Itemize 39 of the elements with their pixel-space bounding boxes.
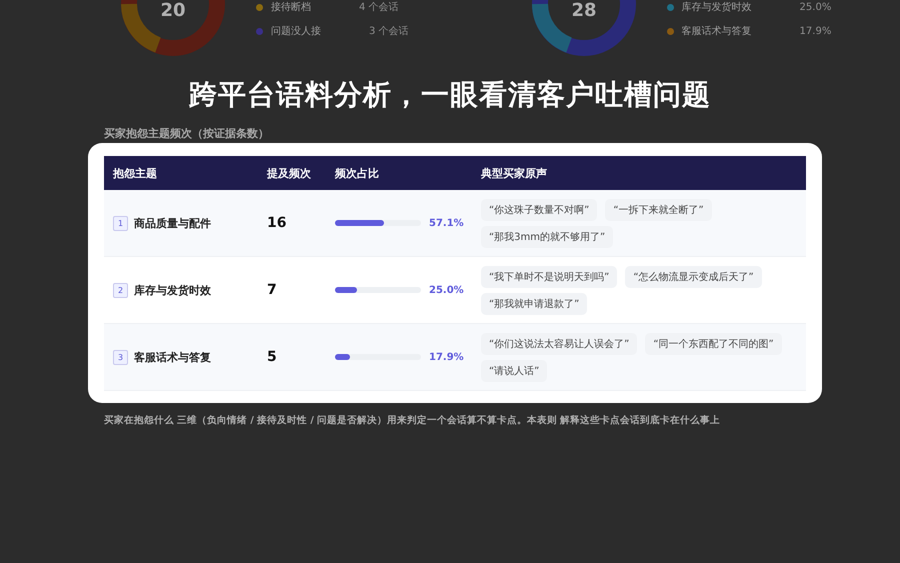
topic-cell: 客服话术与答复 xyxy=(134,350,211,364)
column-header: 典型买家原声 xyxy=(481,166,548,180)
topic-cell: 商品质量与配件 xyxy=(134,216,211,230)
donut-chart: 20 xyxy=(118,0,228,58)
quote-chip: “我下单时不是说明天到吗” xyxy=(481,266,618,288)
legend-value: 17.9% xyxy=(800,26,832,36)
count-cell-text: 5 xyxy=(267,349,278,365)
rank-badge: 2 xyxy=(113,282,128,298)
share-percent: 17.9% xyxy=(429,352,464,362)
legend-label: 问题没人接 xyxy=(271,24,321,38)
count-cell-text: 7 xyxy=(267,282,278,298)
note-text: 买家在抱怨什么 xyxy=(104,415,174,426)
topic-cell: 库存与发货时效 xyxy=(134,282,211,298)
legend-label: 接待断档 xyxy=(271,0,311,14)
legend-value: 4 个会话 xyxy=(359,0,399,14)
quote-chip: “你这珠子数量不对啊” xyxy=(481,198,598,220)
share-percent: 57.1% xyxy=(429,218,464,228)
legend-label: 库存与发货时效 xyxy=(682,0,752,14)
share-percent: 25.0% xyxy=(429,284,464,296)
quote-chip: “一拆下来就全断了” xyxy=(605,198,712,220)
quote-chip: “你们这说法太容易让人误会了” xyxy=(481,332,638,354)
quote-chip: “请说人话” xyxy=(481,360,548,382)
note-text: 三维（负向情绪 / 接待及时性 / 问题是否解决）用来判定一个会话算不算卡点。本表则 xyxy=(177,415,558,426)
quote-chip: “那我就申请退款了” xyxy=(481,292,588,314)
note-text: 解释这些卡点会话到底卡在什么事上 xyxy=(560,415,720,426)
section-title: 买家抱怨主题频次（按证据条数） xyxy=(104,126,270,141)
rank-badge: 3 xyxy=(113,350,128,364)
headline: 跨平台语料分析，一眼看清客户吐槽问题 xyxy=(188,77,712,113)
quote-chip: “怎么物流显示变成后天了” xyxy=(625,266,762,288)
rank-badge: 1 xyxy=(113,216,128,230)
legend-label: 客服话术与答复 xyxy=(682,24,752,38)
column-header: 提及频次 xyxy=(267,166,312,180)
legend-value: 3 个会话 xyxy=(369,24,409,38)
count-cell-text: 16 xyxy=(267,215,288,231)
column-header: 抱怨主题 xyxy=(113,166,158,180)
quote-chip: “同一个东西配了不同的图” xyxy=(645,332,782,354)
legend-value: 25.0% xyxy=(800,2,832,12)
column-header: 频次占比 xyxy=(335,166,380,180)
quote-chip: “那我3mm的就不够用了” xyxy=(481,226,614,248)
